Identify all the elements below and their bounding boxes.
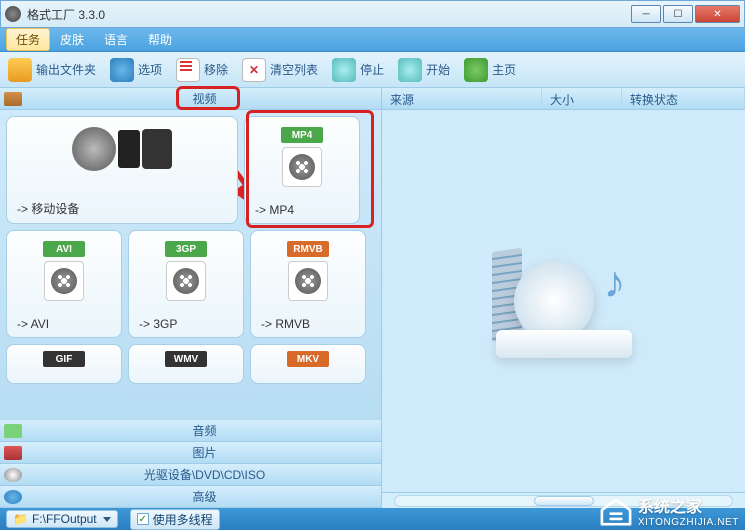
homepage-button[interactable]: 主页 bbox=[464, 58, 516, 82]
watermark: 系统之家 XITONGZHIJIA.NET bbox=[598, 493, 739, 528]
col-size[interactable]: 大小 bbox=[542, 88, 622, 109]
start-label: 开始 bbox=[426, 61, 450, 78]
toolbar: 输出文件夹 选项 移除 ✕清空列表 停止 开始 主页 bbox=[0, 52, 745, 88]
category-disc-header[interactable]: 光驱设备\DVD\CD\ISO bbox=[0, 464, 381, 486]
output-path-field[interactable]: 📁 F:\FFOutput bbox=[6, 510, 118, 528]
tile-rmvb[interactable]: RMVB -> RMVB bbox=[250, 230, 366, 338]
tile-mobile-device[interactable]: -> 移动设备 bbox=[6, 116, 238, 224]
tile-rmvb-label: -> RMVB bbox=[261, 317, 310, 331]
task-list-header: 来源 大小 转换状态 bbox=[382, 88, 745, 110]
watermark-logo-icon bbox=[598, 496, 634, 526]
dropdown-icon bbox=[103, 517, 111, 522]
tile-mp4[interactable]: MP4 -> MP4 bbox=[244, 116, 360, 224]
image-icon bbox=[4, 446, 22, 460]
stop-icon bbox=[332, 58, 356, 82]
empty-list-illustration: ♪ bbox=[484, 236, 644, 366]
output-folder-label: 输出文件夹 bbox=[36, 61, 96, 78]
col-status[interactable]: 转换状态 bbox=[622, 88, 745, 109]
scrollbar-thumb[interactable] bbox=[534, 496, 594, 506]
maximize-button[interactable]: ☐ bbox=[663, 5, 693, 23]
category-advanced-label: 高级 bbox=[28, 488, 381, 505]
gif-badge: GIF bbox=[43, 351, 85, 367]
rmvb-icon bbox=[288, 261, 328, 301]
category-panel: 视频 -> 移动设备 MP4 -> MP4 bbox=[0, 88, 382, 508]
task-list-body[interactable]: ♪ bbox=[382, 110, 745, 492]
app-icon bbox=[5, 6, 21, 22]
category-image-label: 图片 bbox=[28, 444, 381, 461]
category-disc-label: 光驱设备\DVD\CD\ISO bbox=[28, 466, 381, 483]
clear-icon: ✕ bbox=[242, 58, 266, 82]
folder-small-icon: 📁 bbox=[13, 512, 28, 526]
home-icon bbox=[464, 58, 488, 82]
tile-avi-label: -> AVI bbox=[17, 317, 49, 331]
avi-icon bbox=[44, 261, 84, 301]
start-button[interactable]: 开始 bbox=[398, 58, 450, 82]
output-folder-button[interactable]: 输出文件夹 bbox=[8, 58, 96, 82]
remove-icon bbox=[176, 58, 200, 82]
col-source[interactable]: 来源 bbox=[382, 88, 542, 109]
audio-icon bbox=[4, 424, 22, 438]
category-image-header[interactable]: 图片 bbox=[0, 442, 381, 464]
checkbox-icon: ✓ bbox=[137, 513, 149, 525]
remove-label: 移除 bbox=[204, 61, 228, 78]
mp4-icon bbox=[282, 147, 322, 187]
rmvb-badge: RMVB bbox=[287, 241, 329, 257]
title-bar: 格式工厂 3.3.0 ─ ☐ ✕ bbox=[0, 0, 745, 28]
mp4-badge: MP4 bbox=[281, 127, 323, 143]
category-advanced-header[interactable]: 高级 bbox=[0, 486, 381, 508]
menu-help[interactable]: 帮助 bbox=[138, 28, 182, 51]
category-audio-label: 音频 bbox=[28, 422, 381, 439]
tile-mp4-label: -> MP4 bbox=[255, 203, 294, 217]
play-icon bbox=[398, 58, 422, 82]
devices-icon bbox=[72, 127, 172, 171]
window-title: 格式工厂 3.3.0 bbox=[27, 6, 631, 23]
folder-icon bbox=[8, 58, 32, 82]
watermark-title: 系统之家 bbox=[638, 493, 739, 517]
multithread-toggle[interactable]: ✓ 使用多线程 bbox=[130, 509, 220, 530]
avi-badge: AVI bbox=[43, 241, 85, 257]
video-icon bbox=[4, 92, 22, 106]
stop-label: 停止 bbox=[360, 61, 384, 78]
close-button[interactable]: ✕ bbox=[695, 5, 740, 23]
wmv-badge: WMV bbox=[165, 351, 207, 367]
gear-icon bbox=[110, 58, 134, 82]
menu-task[interactable]: 任务 bbox=[6, 28, 50, 51]
3gp-icon bbox=[166, 261, 206, 301]
tile-wmv[interactable]: WMV bbox=[128, 344, 244, 384]
menu-bar: 任务 皮肤 语言 帮助 bbox=[0, 28, 745, 52]
menu-language[interactable]: 语言 bbox=[94, 28, 138, 51]
clear-list-button[interactable]: ✕清空列表 bbox=[242, 58, 318, 82]
disc-icon bbox=[4, 468, 22, 482]
tile-avi[interactable]: AVI -> AVI bbox=[6, 230, 122, 338]
task-list-panel: 来源 大小 转换状态 ♪ bbox=[382, 88, 745, 508]
advanced-icon bbox=[4, 490, 22, 504]
homepage-label: 主页 bbox=[492, 61, 516, 78]
tile-3gp-label: -> 3GP bbox=[139, 317, 177, 331]
3gp-badge: 3GP bbox=[165, 241, 207, 257]
remove-button[interactable]: 移除 bbox=[176, 58, 228, 82]
stop-button[interactable]: 停止 bbox=[332, 58, 384, 82]
category-video-header[interactable]: 视频 bbox=[0, 88, 381, 110]
category-audio-header[interactable]: 音频 bbox=[0, 420, 381, 442]
multithread-label: 使用多线程 bbox=[153, 511, 213, 528]
tile-mobile-label: -> 移动设备 bbox=[17, 200, 79, 217]
minimize-button[interactable]: ─ bbox=[631, 5, 661, 23]
options-button[interactable]: 选项 bbox=[110, 58, 162, 82]
video-tiles: -> 移动设备 MP4 -> MP4 AVI -> AVI 3GP bbox=[0, 110, 381, 420]
mkv-badge: MKV bbox=[287, 351, 329, 367]
tile-mkv[interactable]: MKV bbox=[250, 344, 366, 384]
clear-list-label: 清空列表 bbox=[270, 61, 318, 78]
output-path-text: F:\FFOutput bbox=[32, 512, 97, 526]
options-label: 选项 bbox=[138, 61, 162, 78]
category-video-label: 视频 bbox=[28, 90, 381, 107]
tile-3gp[interactable]: 3GP -> 3GP bbox=[128, 230, 244, 338]
menu-skin[interactable]: 皮肤 bbox=[50, 28, 94, 51]
tile-gif[interactable]: GIF bbox=[6, 344, 122, 384]
watermark-subtitle: XITONGZHIJIA.NET bbox=[638, 517, 739, 528]
